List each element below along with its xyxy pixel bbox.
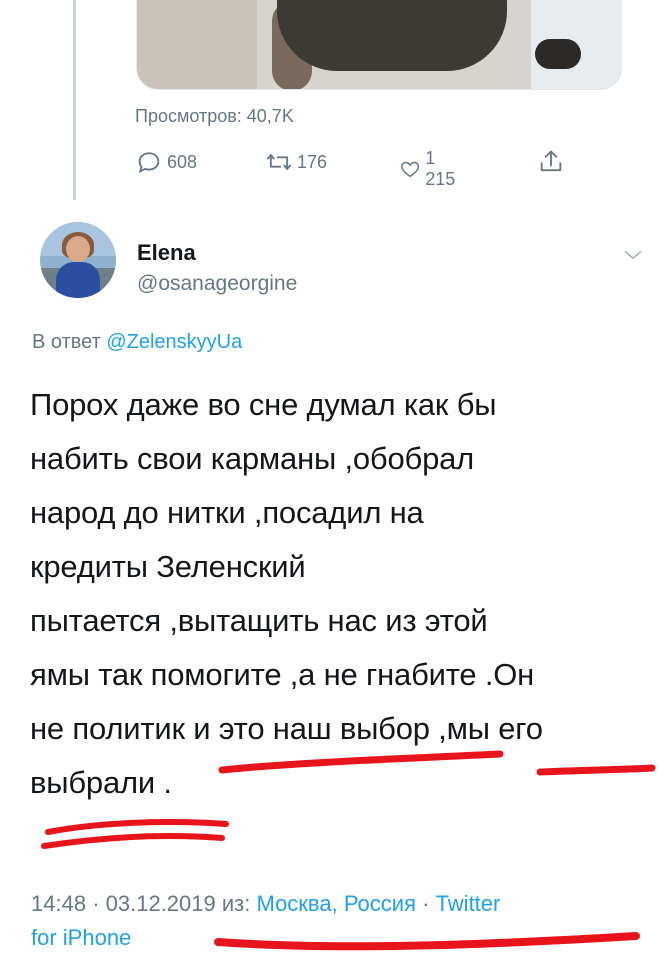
reply-to-handle-link[interactable]: @ZelenskyyUa (106, 331, 242, 353)
tweet-metadata: 14:48 · 03.12.2019 из: Москва, Россия · … (31, 887, 651, 955)
from-label: из: (221, 891, 251, 916)
reply-context: В ответ @ZelenskyyUa (32, 331, 242, 354)
media-object (535, 39, 581, 69)
like-count: 1 215 (425, 148, 456, 189)
reply-prefix: В ответ (32, 331, 101, 353)
underline-annotation-3 (41, 819, 229, 849)
tweet-media-image[interactable] (136, 0, 622, 90)
media-person (277, 0, 507, 71)
views-count: Просмотров: 40,7K (135, 106, 294, 126)
author-name[interactable]: Elena (137, 240, 196, 266)
tweet-time: 14:48 (31, 891, 87, 916)
retweet-icon (266, 154, 292, 170)
retweet-button[interactable]: 176 (265, 148, 327, 176)
meta-separator: · (92, 891, 100, 916)
retweet-count: 176 (297, 151, 328, 172)
like-button[interactable]: 1 215 (399, 148, 461, 190)
location-link[interactable]: Москва, Россия (257, 891, 416, 916)
share-button[interactable] (537, 148, 569, 176)
heart-icon (401, 161, 420, 178)
meta-separator: · (422, 891, 430, 916)
avatar[interactable] (40, 222, 116, 298)
thread-connector-line (73, 0, 76, 200)
tweet-date: 03.12.2019 (105, 891, 216, 916)
reply-bubble-icon (138, 152, 160, 174)
media-background (137, 0, 257, 89)
source-line1: Twitter (435, 891, 501, 916)
chevron-down-icon[interactable] (620, 242, 646, 268)
reply-count: 608 (167, 151, 198, 172)
source-line2: for iPhone (31, 925, 132, 950)
tweet-text: Порох даже во сне думал как бы набить св… (30, 387, 543, 800)
author-handle[interactable]: @osanageorgine (137, 272, 297, 296)
share-icon (540, 150, 562, 172)
reply-button[interactable]: 608 (135, 148, 197, 176)
